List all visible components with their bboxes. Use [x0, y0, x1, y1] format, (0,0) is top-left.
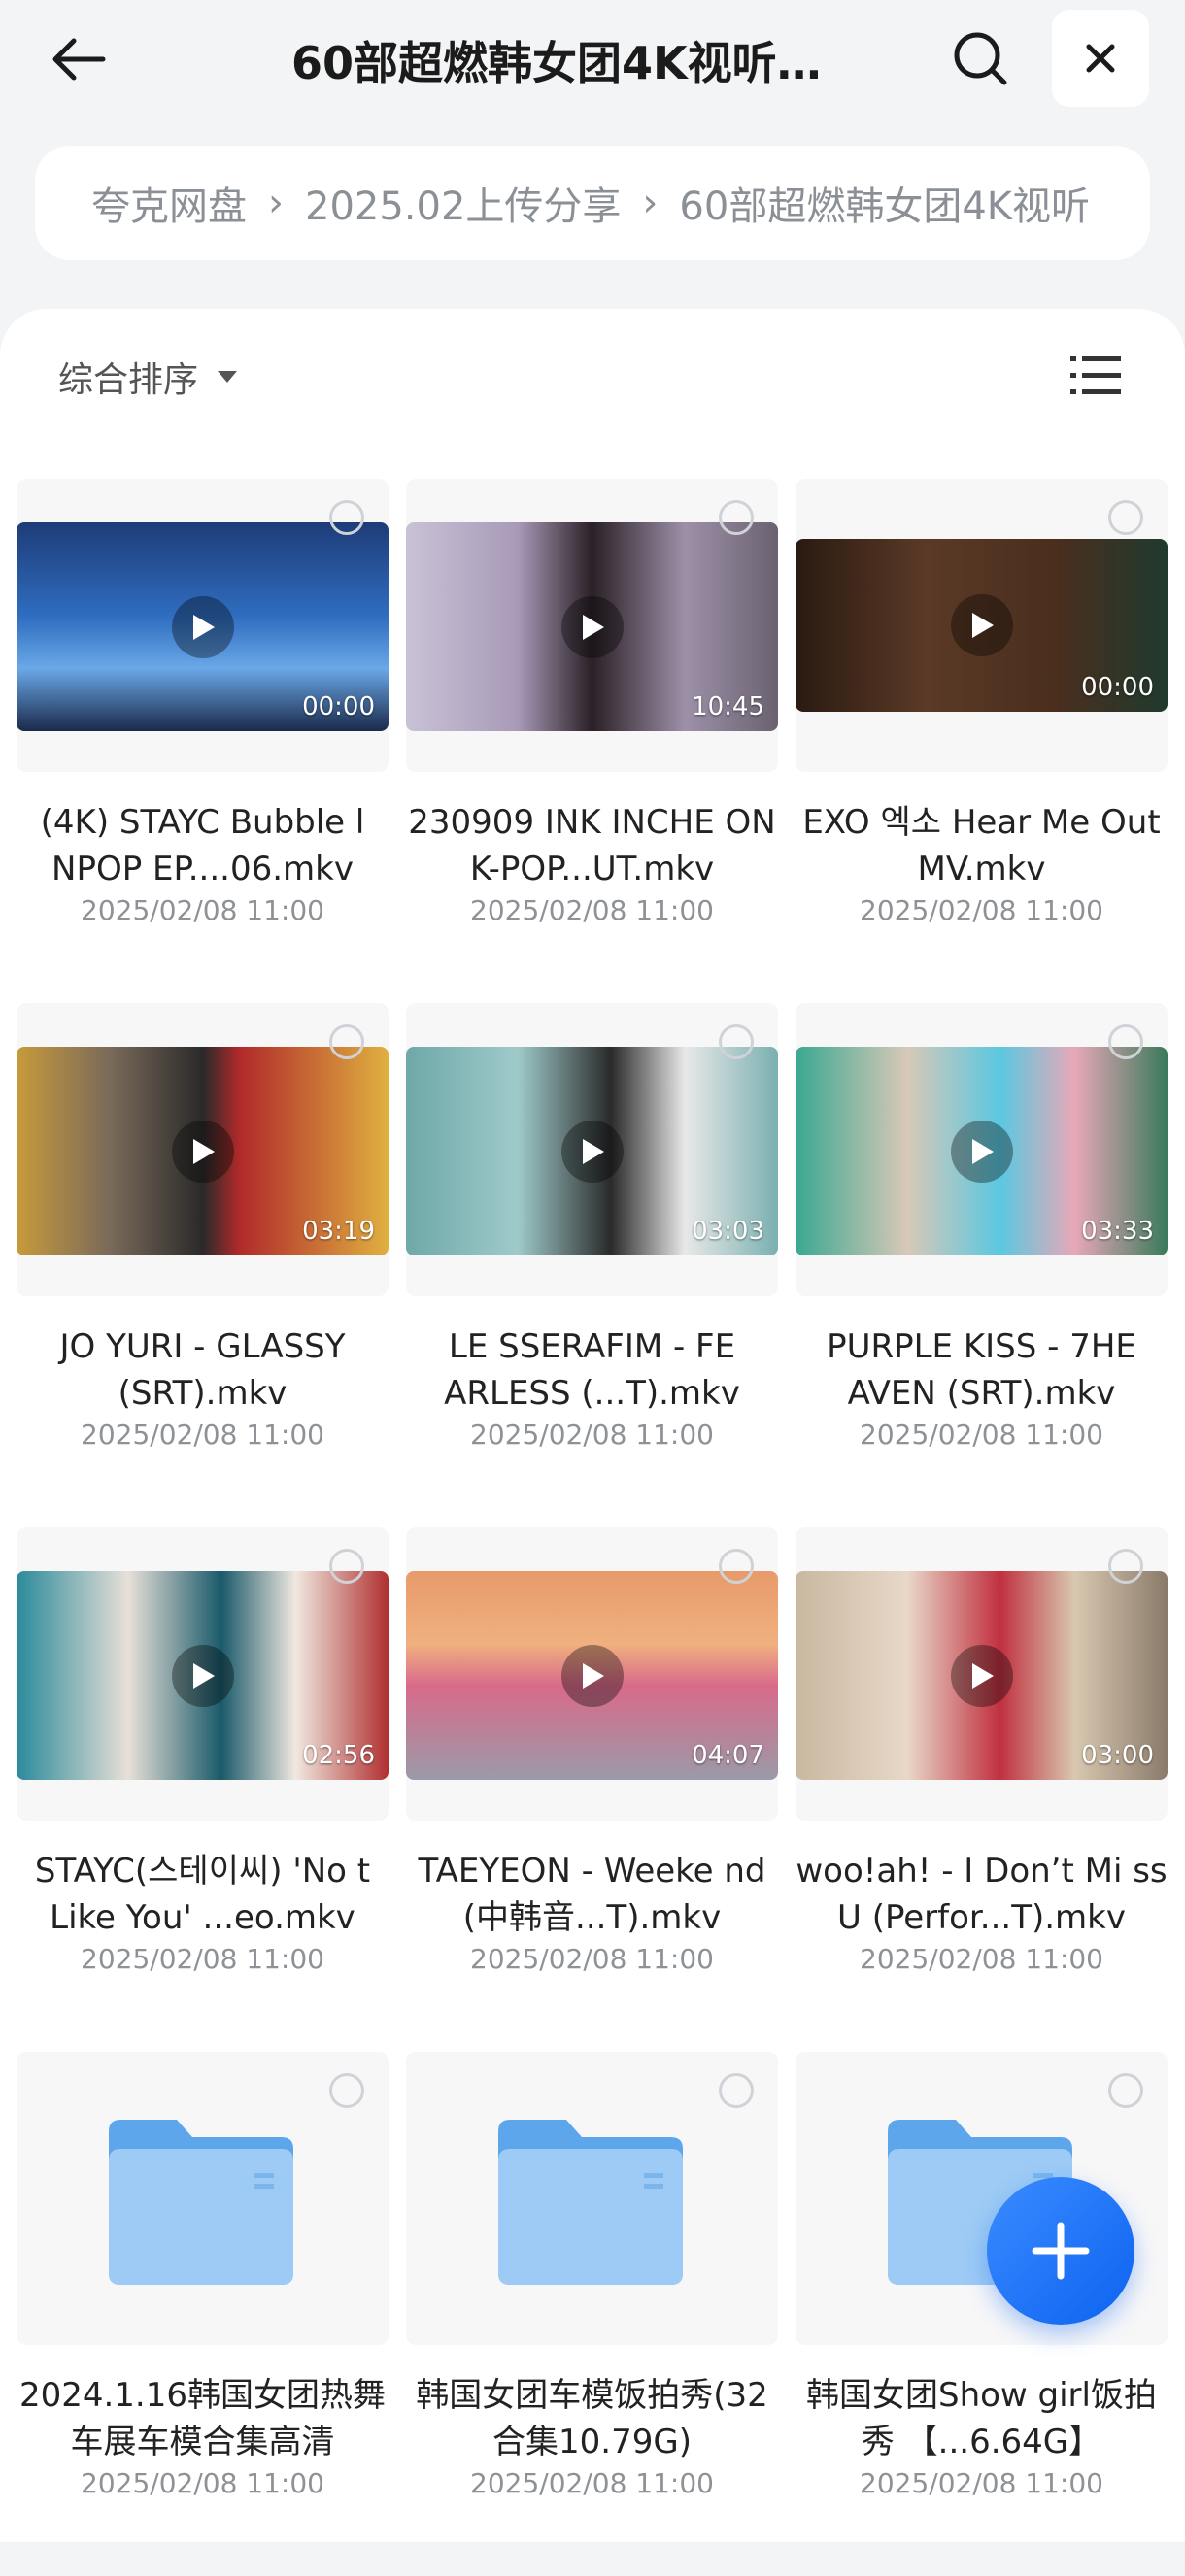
video-duration: 10:45	[692, 692, 764, 721]
folder-name: 韩国女团车模饭拍秀(32合集10.79G)	[416, 2376, 768, 2461]
file-card[interactable]: 00:00 EXO 엑소 Hear Me Out MV.mkv 2025/02/…	[796, 479, 1168, 1003]
file-date: 2025/02/08 11:00	[81, 2467, 324, 2499]
video-duration: 03:00	[1081, 1741, 1154, 1770]
chevron-right-icon: ›	[268, 181, 284, 225]
file-card[interactable]: 03:00 woo!ah! - I Don’t Mi ss U (Perfor.…	[796, 1527, 1168, 2052]
select-radio[interactable]	[329, 1024, 364, 1059]
play-icon	[950, 594, 1013, 656]
folder-icon	[109, 2120, 293, 2285]
video-thumbnail: 02:56	[17, 1571, 389, 1780]
file-date: 2025/02/08 11:00	[860, 1419, 1103, 1451]
video-duration: 03:33	[1081, 1217, 1154, 1246]
breadcrumb-item-root[interactable]: 夸克网盘	[91, 175, 247, 231]
video-thumbnail: 00:00	[17, 522, 389, 731]
arrow-left-icon	[52, 38, 106, 81]
select-radio[interactable]	[719, 1549, 754, 1584]
breadcrumb-item-folder[interactable]: 2025.02上传分享	[305, 175, 621, 231]
file-date: 2025/02/08 11:00	[81, 894, 324, 926]
video-thumbnail: 03:33	[796, 1047, 1168, 1255]
breadcrumb: 夸克网盘 › 2025.02上传分享 › 60部超燃韩女团4K视听	[35, 146, 1150, 260]
video-thumbnail: 03:19	[17, 1047, 389, 1255]
select-radio[interactable]	[719, 2073, 754, 2108]
select-radio[interactable]	[719, 500, 754, 535]
video-duration: 03:03	[692, 1217, 764, 1246]
sort-dropdown[interactable]: 综合排序	[58, 348, 238, 406]
folder-card[interactable]: 韩国女团Show girl饭拍秀 【...6.64G】 2025/02/08 1…	[796, 2052, 1168, 2576]
file-card[interactable]: 04:07 TAEYEON - Weeke nd (中韩音...T).mkv 2…	[406, 1527, 778, 2052]
file-date: 2025/02/08 11:00	[470, 2467, 714, 2499]
folder-card[interactable]: 2024.1.16韩国女团热舞车展车模合集高清 2025/02/08 11:00	[17, 2052, 389, 2576]
file-card[interactable]: 03:03 LE SSERAFIM - FE ARLESS (...T).mkv…	[406, 1003, 778, 1527]
file-date: 2025/02/08 11:00	[860, 1943, 1103, 1975]
video-duration: 02:56	[302, 1741, 375, 1770]
file-name: TAEYEON - Weeke nd (中韩音...T).mkv	[418, 1852, 766, 1937]
select-radio[interactable]	[1108, 1024, 1143, 1059]
play-icon	[560, 595, 624, 658]
video-thumbnail: 10:45	[406, 522, 778, 731]
breadcrumb-item-current: 60部超燃韩女团4K视听	[679, 184, 1090, 229]
file-name: STAYC(스테이씨) 'No t Like You' ...eo.mkv	[34, 1852, 371, 1937]
play-icon	[560, 1120, 624, 1183]
file-name: woo!ah! - I Don’t Mi ss U (Perfor...T).m…	[796, 1852, 1168, 1937]
folder-icon	[498, 2120, 683, 2285]
file-card[interactable]: 03:33 PURPLE KISS - 7HE AVEN (SRT).mkv 2…	[796, 1003, 1168, 1527]
play-icon	[560, 1644, 624, 1707]
select-radio[interactable]	[1108, 2073, 1143, 2108]
close-button[interactable]	[1052, 10, 1149, 107]
video-duration: 00:00	[302, 692, 375, 721]
file-card[interactable]: 02:56 STAYC(스테이씨) 'No t Like You' ...eo.…	[17, 1527, 389, 2052]
file-card[interactable]: 10:45 230909 INK INCHE ON K-POP...UT.mkv…	[406, 479, 778, 1003]
video-duration: 00:00	[1081, 673, 1154, 702]
select-radio[interactable]	[329, 2073, 364, 2108]
file-date: 2025/02/08 11:00	[81, 1419, 324, 1451]
sort-label: 综合排序	[58, 360, 199, 400]
video-duration: 03:19	[302, 1217, 375, 1246]
select-radio[interactable]	[1108, 500, 1143, 535]
select-radio[interactable]	[329, 500, 364, 535]
close-icon	[1086, 44, 1115, 73]
search-icon	[954, 32, 1007, 85]
folder-name: 2024.1.16韩国女团热舞车展车模合集高清	[18, 2376, 387, 2461]
play-icon	[171, 595, 234, 658]
chevron-right-icon: ›	[642, 181, 659, 225]
file-date: 2025/02/08 11:00	[860, 894, 1103, 926]
file-name: (4K) STAYC Bubble l NPOP EP....06.mkv	[40, 803, 365, 888]
file-date: 2025/02/08 11:00	[470, 1419, 714, 1451]
file-name: LE SSERAFIM - FE ARLESS (...T).mkv	[444, 1327, 740, 1413]
file-card[interactable]: 03:19 JO YURI - GLASSY (SRT).mkv 2025/02…	[17, 1003, 389, 1527]
select-radio[interactable]	[329, 1549, 364, 1584]
page-title: 60部超燃韩女团4K视听…	[291, 37, 822, 89]
file-date: 2025/02/08 11:00	[860, 2467, 1103, 2499]
file-name: 230909 INK INCHE ON K-POP...UT.mkv	[408, 803, 776, 888]
file-date: 2025/02/08 11:00	[470, 894, 714, 926]
video-thumbnail: 00:00	[796, 539, 1168, 712]
view-toggle-button[interactable]	[1068, 351, 1123, 400]
add-button[interactable]	[987, 2177, 1134, 2325]
video-thumbnail: 04:07	[406, 1571, 778, 1780]
file-card[interactable]: 00:00 (4K) STAYC Bubble l NPOP EP....06.…	[17, 479, 389, 1003]
file-name: PURPLE KISS - 7HE AVEN (SRT).mkv	[827, 1327, 1136, 1413]
select-radio[interactable]	[1108, 1549, 1143, 1584]
folder-name: 韩国女团Show girl饭拍秀 【...6.64G】	[805, 2376, 1157, 2461]
play-icon	[171, 1120, 234, 1183]
list-view-icon	[1070, 356, 1121, 394]
play-icon	[950, 1644, 1013, 1707]
search-button[interactable]	[942, 25, 1020, 93]
file-date: 2025/02/08 11:00	[81, 1943, 324, 1975]
video-thumbnail: 03:03	[406, 1047, 778, 1255]
caret-down-icon	[218, 371, 238, 383]
play-icon	[171, 1644, 234, 1707]
folder-card[interactable]: 韩国女团车模饭拍秀(32合集10.79G) 2025/02/08 11:00	[406, 2052, 778, 2576]
video-duration: 04:07	[692, 1741, 764, 1770]
file-name: JO YURI - GLASSY (SRT).mkv	[59, 1327, 346, 1413]
top-bar: 60部超燃韩女团4K视听…	[0, 0, 1185, 117]
plus-icon	[1032, 2222, 1090, 2280]
file-date: 2025/02/08 11:00	[470, 1943, 714, 1975]
file-name: EXO 엑소 Hear Me Out MV.mkv	[802, 803, 1161, 888]
play-icon	[950, 1120, 1013, 1183]
video-thumbnail: 03:00	[796, 1571, 1168, 1780]
back-button[interactable]	[39, 25, 117, 93]
select-radio[interactable]	[719, 1024, 754, 1059]
